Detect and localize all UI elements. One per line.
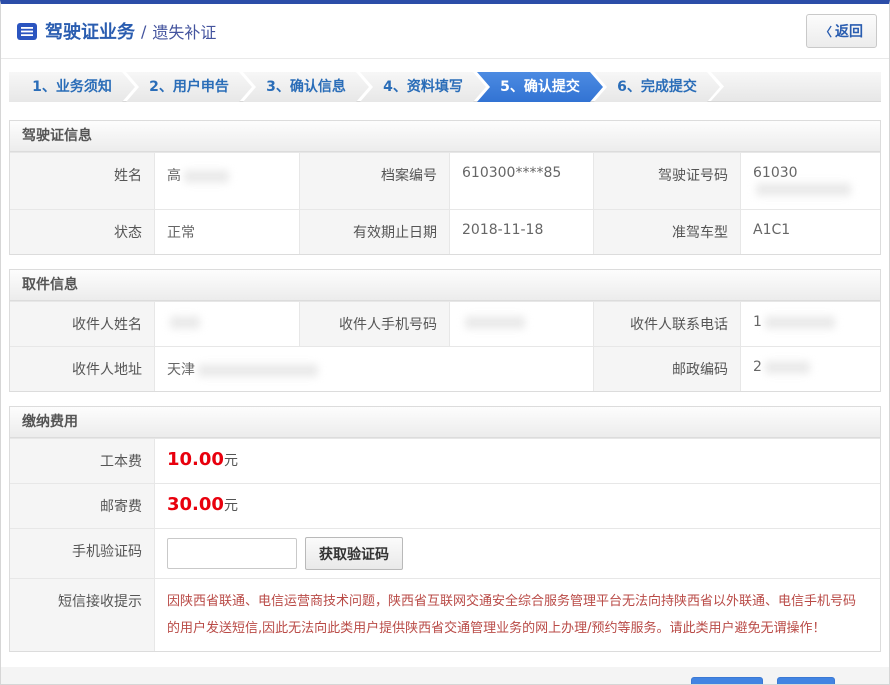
redacted-value-blur [465,316,525,329]
step-tab-4[interactable]: 4、资料填写 [360,72,486,102]
fee-unit: 元 [224,453,238,469]
finish-button[interactable]: 完成 [777,677,835,685]
expiry-label: 有效期止日期 [300,210,449,254]
step-tab-5-active[interactable]: 5、确认提交 [477,72,603,102]
postcode-value: 2 [740,347,880,391]
recipient-phone-label: 收件人联系电话 [594,302,740,346]
recipient-address-label: 收件人地址 [10,347,154,391]
production-fee-amount: 10.00 [167,449,224,470]
vehicle-value: A1C1 [740,210,880,254]
mailing-fee-value: 30.00元 [154,484,880,528]
page-header: 驾驶证业务 / 遗失补证 〈返回 [1,4,889,59]
name-label: 姓名 [10,153,154,209]
fee-section-title: 缴纳费用 [10,407,880,438]
production-fee-label: 工本费 [10,439,154,483]
sms-notice-text: 因陕西省联通、电信运营商技术问题，陕西省互联网交通安全综合服务管理平台无法向持陕… [154,579,880,651]
page-container: 驾驶证业务 / 遗失补证 〈返回 1、业务须知 2、用户申告 3、确认信息 4、… [0,0,890,685]
redacted-value-blur [184,170,229,183]
step-bar-filler [711,72,881,101]
page-title: 驾驶证业务 [45,18,135,44]
sms-code-input[interactable] [167,538,297,569]
step-tab-3[interactable]: 3、确认信息 [243,72,369,102]
recipient-address-value: 天津 [154,347,594,391]
redacted-value-blur [756,183,851,196]
table-row: 收件人姓名 收件人手机号码 收件人联系电话 1 [10,301,880,346]
table-row: 短信接收提示 因陕西省联通、电信运营商技术问题，陕西省互联网交通安全综合服务管理… [10,578,880,651]
production-fee-value: 10.00元 [154,439,880,483]
file-no-label: 档案编号 [300,153,449,209]
table-row: 状态 正常 有效期止日期 2018-11-18 准驾车型 A1C1 [10,209,880,254]
mailing-fee-amount: 30.00 [167,494,224,515]
get-code-button[interactable]: 获取验证码 [305,537,403,570]
sms-code-label: 手机验证码 [10,529,154,578]
breadcrumb-separator: / [141,22,146,41]
pickup-section-title: 取件信息 [10,270,880,301]
table-row: 邮寄费 30.00元 [10,483,880,528]
file-no-value: 610300****85 [449,153,594,209]
license-no-value: 61030 [740,153,880,209]
recipient-phone-value: 1 [740,302,880,346]
redacted-value-blur [765,316,835,329]
sms-notice-label: 短信接收提示 [10,579,154,651]
status-label: 状态 [10,210,154,254]
recipient-name-value [154,302,300,346]
redacted-value-blur [198,364,318,377]
table-row: 姓名 高 档案编号 610300****85 驾驶证号码 61030 [10,152,880,209]
vehicle-label: 准驾车型 [594,210,740,254]
previous-step-button[interactable]: 上一步 [691,677,763,685]
breadcrumb-current: 遗失补证 [152,19,216,43]
fee-unit: 元 [224,498,238,514]
license-info-section: 驾驶证信息 姓名 高 档案编号 610300****85 驾驶证号码 61030… [9,120,881,255]
mailing-fee-label: 邮寄费 [10,484,154,528]
name-value: 高 [154,153,300,209]
back-button[interactable]: 〈返回 [806,14,877,48]
postcode-label: 邮政编码 [594,347,740,391]
step-tab-1[interactable]: 1、业务须知 [9,72,135,102]
redacted-value-blur [765,361,810,374]
license-section-title: 驾驶证信息 [10,121,880,152]
license-no-label: 驾驶证号码 [594,153,740,209]
pickup-info-section: 取件信息 收件人姓名 收件人手机号码 收件人联系电话 1 收件人地址 天津 邮政… [9,269,881,392]
back-button-label: 返回 [835,23,863,39]
table-row: 收件人地址 天津 邮政编码 2 [10,346,880,391]
table-row: 手机验证码 获取验证码 [10,528,880,578]
expiry-value: 2018-11-18 [449,210,594,254]
recipient-name-label: 收件人姓名 [10,302,154,346]
step-progress-bar: 1、业务须知 2、用户申告 3、确认信息 4、资料填写 5、确认提交 6、完成提… [9,72,881,102]
footer-action-bar: 上一步 完成 [1,667,889,685]
recipient-mobile-value [449,302,594,346]
redacted-value-blur [170,316,200,329]
recipient-mobile-label: 收件人手机号码 [300,302,449,346]
list-icon [17,23,37,40]
back-chevron-icon: 〈 [820,25,832,39]
table-row: 工本费 10.00元 [10,438,880,483]
status-value: 正常 [154,210,300,254]
fee-section: 缴纳费用 工本费 10.00元 邮寄费 30.00元 手机验证码 获取验证码 短… [9,406,881,652]
step-tab-2[interactable]: 2、用户申告 [126,72,252,102]
sms-code-cell: 获取验证码 [154,529,880,578]
step-tab-6[interactable]: 6、完成提交 [594,72,720,102]
